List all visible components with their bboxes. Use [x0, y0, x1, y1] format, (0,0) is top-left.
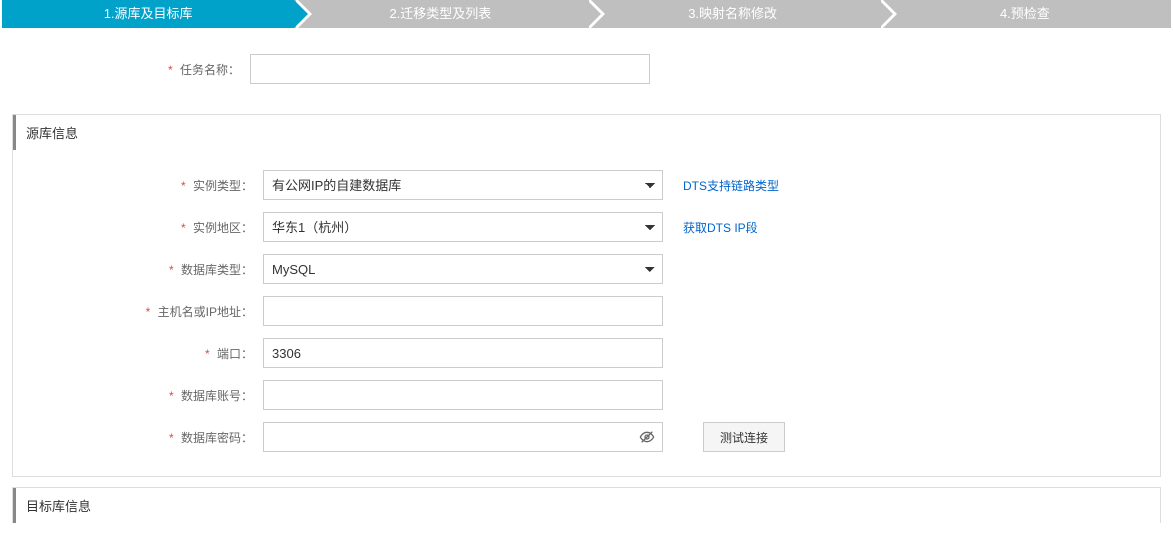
dts-ip-range-link[interactable]: 获取DTS IP段 — [683, 219, 758, 236]
password-input[interactable] — [263, 422, 663, 452]
host-input[interactable] — [263, 296, 663, 326]
target-database-section: 目标库信息 — [12, 487, 1161, 523]
target-section-title: 目标库信息 — [13, 488, 1160, 523]
instance-type-select[interactable]: 有公网IP的自建数据库 — [263, 170, 663, 200]
host-label: * 主机名或IP地址： — [13, 303, 263, 320]
account-input[interactable] — [263, 380, 663, 410]
required-marker: * — [169, 431, 174, 445]
label-text: 任务名称： — [180, 63, 240, 77]
required-marker: * — [205, 347, 210, 361]
step-4[interactable]: 4.预检查 — [879, 0, 1171, 28]
password-label: * 数据库密码： — [13, 429, 263, 446]
region-select[interactable]: 华东1（杭州） — [263, 212, 663, 242]
dts-link-type-link[interactable]: DTS支持链路类型 — [683, 177, 779, 194]
label-text: 实例类型： — [193, 179, 253, 193]
step-label: 2.迁移类型及列表 — [389, 6, 491, 21]
required-marker: * — [181, 179, 186, 193]
label-text: 数据库账号： — [181, 389, 253, 403]
required-marker: * — [169, 263, 174, 277]
required-marker: * — [168, 63, 173, 77]
label-text: 端口： — [217, 347, 253, 361]
step-3[interactable]: 3.映射名称修改 — [587, 0, 879, 28]
step-2[interactable]: 2.迁移类型及列表 — [294, 0, 586, 28]
db-type-select[interactable]: MySQL — [263, 254, 663, 284]
label-text: 数据库类型： — [181, 263, 253, 277]
reveal-password-icon[interactable] — [639, 429, 655, 445]
account-label: * 数据库账号： — [13, 387, 263, 404]
required-marker: * — [146, 305, 151, 319]
step-1[interactable]: 1.源库及目标库 — [2, 0, 294, 28]
task-name-label: * 任务名称： — [0, 61, 250, 78]
task-name-input[interactable] — [250, 54, 650, 84]
db-type-label: * 数据库类型： — [13, 261, 263, 278]
port-input[interactable] — [263, 338, 663, 368]
wizard-steps: 1.源库及目标库 2.迁移类型及列表 3.映射名称修改 4.预检查 — [0, 0, 1173, 28]
step-label: 1.源库及目标库 — [104, 6, 193, 21]
step-label: 4.预检查 — [1000, 6, 1050, 21]
task-name-row: * 任务名称： — [0, 28, 1173, 104]
label-text: 主机名或IP地址： — [158, 305, 253, 319]
test-connection-button[interactable]: 测试连接 — [703, 422, 785, 452]
required-marker: * — [169, 389, 174, 403]
source-section-title: 源库信息 — [13, 115, 1160, 150]
required-marker: * — [181, 221, 186, 235]
instance-type-label: * 实例类型： — [13, 177, 263, 194]
label-text: 数据库密码： — [181, 431, 253, 445]
label-text: 实例地区： — [193, 221, 253, 235]
password-field-wrap — [263, 422, 663, 452]
port-label: * 端口： — [13, 345, 263, 362]
source-database-section: 源库信息 * 实例类型： 有公网IP的自建数据库 DTS支持链路类型 * 实例地… — [12, 114, 1161, 477]
step-label: 3.映射名称修改 — [688, 6, 777, 21]
region-label: * 实例地区： — [13, 219, 263, 236]
